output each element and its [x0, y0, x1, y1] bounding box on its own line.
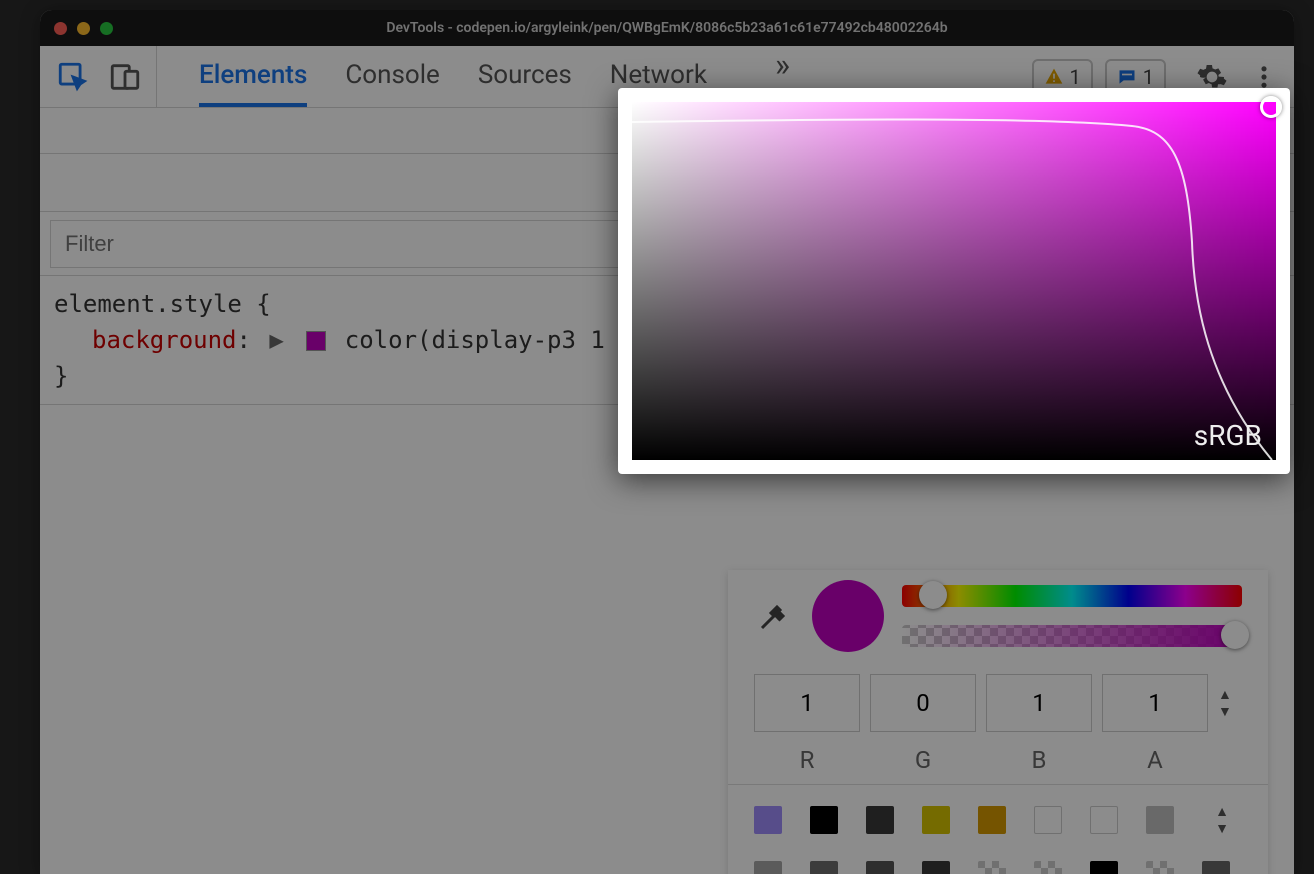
swatch[interactable] — [922, 861, 950, 874]
alpha-thumb[interactable] — [1221, 621, 1249, 649]
swatch[interactable] — [1202, 861, 1230, 874]
device-toolbar-icon[interactable] — [108, 60, 142, 94]
swatch[interactable] — [866, 861, 894, 874]
swatch[interactable] — [866, 806, 894, 834]
color-picker-controls: R G B A ▲▼ ▲ ▼ — [728, 570, 1268, 874]
close-window-button[interactable] — [54, 22, 67, 35]
channel-b-input[interactable] — [986, 674, 1092, 732]
swatch[interactable] — [922, 806, 950, 834]
swatch[interactable] — [1034, 861, 1062, 874]
swatch[interactable] — [810, 861, 838, 874]
channel-g-input[interactable] — [870, 674, 976, 732]
channel-a-input[interactable] — [1102, 674, 1208, 732]
inspect-element-icon[interactable] — [56, 60, 90, 94]
minimize-window-button[interactable] — [77, 22, 90, 35]
swatch[interactable] — [1146, 861, 1174, 874]
warnings-count: 1 — [1070, 65, 1081, 89]
channel-g-label: G — [870, 746, 976, 774]
traffic-lights — [54, 22, 113, 35]
kebab-menu-icon[interactable] — [1250, 63, 1278, 91]
css-property-name[interactable]: background — [92, 326, 237, 354]
color-spectrum[interactable]: sRGB — [632, 102, 1276, 460]
swatch[interactable] — [978, 861, 1006, 874]
tab-elements[interactable]: Elements — [199, 46, 307, 107]
window-title: DevTools - codepen.io/argyleink/pen/QWBg… — [40, 20, 1294, 36]
channel-r-input[interactable] — [754, 674, 860, 732]
swatch[interactable] — [754, 861, 782, 874]
swatch[interactable] — [754, 806, 782, 834]
gamut-label: sRGB — [1194, 419, 1262, 452]
current-color-swatch — [812, 580, 884, 652]
hue-thumb[interactable] — [919, 581, 947, 609]
swatch[interactable] — [978, 806, 1006, 834]
channel-r-label: R — [754, 746, 860, 774]
tab-sources[interactable]: Sources — [478, 46, 572, 107]
swatch[interactable] — [1034, 806, 1062, 834]
channel-a-label: A — [1102, 746, 1208, 774]
swatches-grid: ▲ ▼ — [728, 784, 1268, 874]
eyedropper-button[interactable] — [754, 596, 794, 636]
tab-console[interactable]: Console — [345, 46, 439, 107]
color-picker-popup: sRGB — [618, 88, 1290, 474]
messages-count: 1 — [1143, 65, 1154, 89]
maximize-window-button[interactable] — [100, 22, 113, 35]
css-selector[interactable]: element.style — [54, 290, 242, 318]
color-swatch-inline[interactable] — [306, 331, 326, 351]
alpha-slider[interactable] — [902, 625, 1242, 647]
channel-b-label: B — [986, 746, 1092, 774]
hue-slider[interactable] — [902, 585, 1242, 607]
close-brace: } — [54, 362, 68, 390]
expand-triangle-icon[interactable]: ▶ — [269, 326, 283, 354]
open-brace: { — [256, 290, 270, 318]
swatch[interactable] — [810, 806, 838, 834]
swatch[interactable] — [1090, 806, 1118, 834]
css-property-value[interactable]: color(display-p3 1 0 — [345, 326, 634, 354]
swatch[interactable] — [1090, 861, 1118, 874]
swatch[interactable] — [1146, 806, 1174, 834]
swatches-expand-button[interactable]: ▲ ▼ — [1202, 803, 1242, 837]
format-switch-button[interactable]: ▲▼ — [1218, 674, 1242, 720]
titlebar: DevTools - codepen.io/argyleink/pen/QWBg… — [40, 10, 1294, 46]
spectrum-handle[interactable] — [1260, 96, 1282, 118]
gamut-boundary-line — [632, 102, 1276, 460]
